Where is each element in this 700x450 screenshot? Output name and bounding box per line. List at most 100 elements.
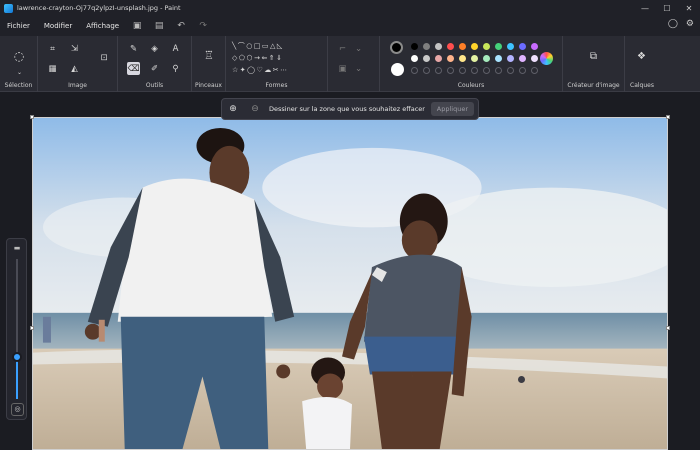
color-swatch[interactable]	[531, 55, 538, 62]
erase-instruction: Dessiner sur la zone que vous souhaitez …	[269, 105, 425, 113]
selection-dropdown-icon[interactable]: ⌄	[13, 66, 26, 79]
flip-icon[interactable]: ◭	[68, 62, 81, 75]
photo-scene	[33, 118, 667, 449]
color-swatch[interactable]	[447, 55, 454, 62]
custom-color-slot[interactable]	[495, 67, 502, 74]
color-swatch[interactable]	[507, 43, 514, 50]
canvas[interactable]	[32, 117, 668, 450]
custom-color-slot[interactable]	[507, 67, 514, 74]
text-icon[interactable]: A	[169, 42, 182, 55]
group-selection: ◌ ⌄ Sélection	[0, 36, 38, 92]
color-swatch[interactable]	[495, 55, 502, 62]
color-swatch[interactable]	[519, 43, 526, 50]
image-creator-icon[interactable]: ⧉	[587, 50, 600, 63]
group-tools: ✎ ◈ A ⌫ ✐ ⚲ Outils	[118, 36, 192, 92]
maximize-button[interactable]: ☐	[656, 0, 678, 16]
remove-area-icon[interactable]: ⊖	[244, 104, 266, 114]
apply-button[interactable]: Appliquer	[430, 102, 474, 116]
primary-color-swatch[interactable]	[390, 41, 403, 54]
group-label-selection: Sélection	[4, 82, 33, 89]
paint-app-icon	[4, 3, 13, 13]
custom-color-slot[interactable]	[483, 67, 490, 74]
custom-color-slot[interactable]	[519, 67, 526, 74]
color-swatch[interactable]	[411, 55, 418, 62]
background-removal-icon[interactable]: ▦	[46, 62, 59, 75]
custom-color-slot[interactable]	[411, 67, 418, 74]
brush-size-thumb[interactable]	[12, 352, 22, 362]
custom-color-slot[interactable]	[459, 67, 466, 74]
color-swatch[interactable]	[435, 55, 442, 62]
custom-color-slot[interactable]	[423, 67, 430, 74]
color-swatch[interactable]	[483, 43, 490, 50]
fill-bucket-icon[interactable]: ◈	[148, 42, 161, 55]
background-person	[42, 316, 51, 343]
brush-preview-icon[interactable]: ◎	[11, 403, 24, 416]
menu-edit[interactable]: Modifier	[37, 22, 79, 30]
resize-handle[interactable]	[30, 326, 34, 330]
lasso-select-icon[interactable]: ◌	[11, 48, 27, 64]
menu-view[interactable]: Affichage	[79, 22, 126, 30]
color-swatch[interactable]	[411, 43, 418, 50]
erase-prompt-bar: ⊕ ⊖ Dessiner sur la zone que vous souhai…	[221, 98, 479, 120]
brush-icon[interactable]: ♖	[202, 48, 216, 62]
shapes-row-2: ◇⬠⬡→⇐⇑⇓	[232, 54, 284, 62]
secondary-color-swatch[interactable]	[391, 63, 404, 76]
resize-handle[interactable]	[666, 326, 670, 330]
save-icon[interactable]: ▣	[126, 21, 148, 31]
color-swatch[interactable]	[459, 55, 466, 62]
color-swatch[interactable]	[435, 43, 442, 50]
color-swatch[interactable]	[519, 55, 526, 62]
outline-dropdown-icon[interactable]: ⌄	[352, 42, 365, 55]
group-label-image-creator: Créateur d'image	[567, 82, 620, 89]
save-as-icon[interactable]: ▤	[148, 21, 170, 31]
color-swatch[interactable]	[471, 55, 478, 62]
group-label-shapes: Formes	[265, 82, 288, 89]
shapes-gallery[interactable]: ╲⌒○□▭△◺ ◇⬠⬡→⇐⇑⇓ ☆✦◯♡☁✂⋯	[232, 40, 326, 76]
color-picker-icon[interactable]: ✐	[148, 62, 161, 75]
custom-color-slot[interactable]	[531, 67, 538, 74]
image-select-icon[interactable]: ⊡	[96, 50, 112, 66]
resize-handle[interactable]	[30, 115, 34, 119]
brush-size-panel: ▬ ◎	[6, 238, 27, 420]
group-label-colors: Couleurs	[457, 82, 485, 89]
custom-color-slot[interactable]	[435, 67, 442, 74]
color-swatch[interactable]	[423, 55, 430, 62]
color-swatch[interactable]	[531, 43, 538, 50]
color-swatch[interactable]	[483, 55, 490, 62]
account-icon[interactable]: ◯	[668, 19, 678, 29]
color-swatch[interactable]	[471, 43, 478, 50]
color-swatch[interactable]	[423, 43, 430, 50]
group-layers: ❖ Calques	[625, 36, 659, 92]
eraser-icon[interactable]: ⌫	[127, 62, 140, 75]
settings-icon[interactable]: ⚙	[686, 19, 694, 29]
menu-file[interactable]: Fichier	[0, 22, 37, 30]
fill-dropdown-icon[interactable]: ⌄	[352, 62, 365, 75]
magnifier-icon[interactable]: ⚲	[169, 62, 182, 75]
fill-icon[interactable]: ▣	[336, 62, 349, 75]
crop-icon[interactable]: ⌗	[46, 42, 59, 55]
color-swatch[interactable]	[459, 43, 466, 50]
resize-icon[interactable]: ⇲	[68, 42, 81, 55]
add-area-icon[interactable]: ⊕	[222, 104, 244, 114]
pencil-icon[interactable]: ✎	[127, 42, 140, 55]
color-swatch[interactable]	[507, 55, 514, 62]
background-person	[98, 319, 105, 342]
layers-icon[interactable]: ❖	[635, 50, 648, 63]
ribbon: ◌ ⌄ Sélection ⌗ ⇲ ▦ ◭ ⊡ Image ✎ ◈ A ⌫ ✐ …	[0, 36, 700, 92]
edit-colors-icon[interactable]	[540, 52, 553, 65]
shapes-row-3: ☆✦◯♡☁✂⋯	[232, 66, 289, 74]
resize-handle[interactable]	[666, 115, 670, 119]
outline-icon[interactable]: ⌐	[336, 42, 349, 55]
custom-color-slot[interactable]	[471, 67, 478, 74]
custom-color-slot[interactable]	[447, 67, 454, 74]
redo-icon[interactable]: ↷	[192, 21, 214, 31]
eraser-cursor	[518, 376, 525, 383]
group-label-layers: Calques	[630, 82, 654, 89]
color-swatch[interactable]	[447, 43, 454, 50]
minimize-button[interactable]: —	[634, 0, 656, 16]
color-swatch[interactable]	[495, 43, 502, 50]
shapes-row-1: ╲⌒○□▭△◺	[232, 42, 284, 50]
brush-size-icon: ▬	[13, 244, 21, 252]
close-button[interactable]: ✕	[678, 0, 700, 16]
undo-icon[interactable]: ↶	[170, 21, 192, 31]
